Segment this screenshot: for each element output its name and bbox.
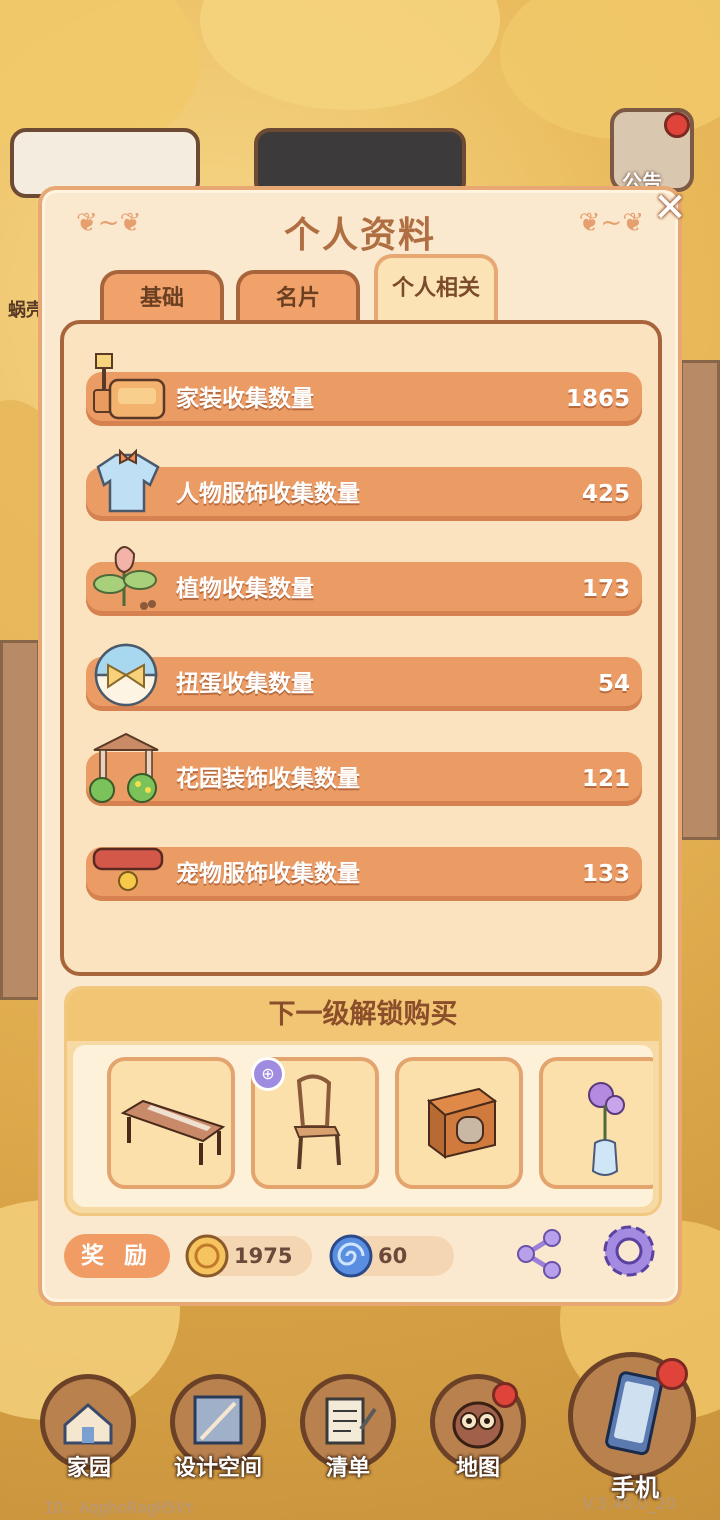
coin-counter: 1975 xyxy=(185,1234,312,1278)
tab-card[interactable]: 名片 xyxy=(236,270,360,326)
gear-icon[interactable] xyxy=(598,1220,660,1282)
unlock-title: 下一级解锁购买 xyxy=(67,989,659,1041)
nav-home-label[interactable]: 家园 xyxy=(24,1450,154,1482)
nav-map-label[interactable]: 地图 xyxy=(413,1450,543,1482)
capsule-icon xyxy=(94,643,158,707)
stat-value: 133 xyxy=(581,861,630,887)
map-red-dot xyxy=(492,1382,518,1408)
phone-red-dot xyxy=(656,1358,688,1390)
stat-label: 花园装饰收集数量 xyxy=(176,766,360,792)
ornament-right-icon: ❦~❦ xyxy=(578,208,644,238)
stat-label: 宠物服饰收集数量 xyxy=(176,861,360,887)
stat-value: 425 xyxy=(581,481,630,507)
nav-list-label[interactable]: 清单 xyxy=(283,1450,413,1482)
stat-label: 人物服饰收集数量 xyxy=(176,481,360,507)
pavilion-icon xyxy=(89,732,159,803)
table-icon xyxy=(120,1099,226,1165)
spiral-gem-icon xyxy=(329,1234,373,1278)
stat-row-clothing: 人物服饰收集数量 425 xyxy=(86,448,642,521)
nav-design-label[interactable]: 设计空间 xyxy=(153,1450,283,1482)
unlock-item[interactable]: ⊕ xyxy=(251,1057,379,1189)
player-id: ID：AqghoRagH5Vt xyxy=(44,1498,195,1517)
unlock-item[interactable] xyxy=(539,1057,653,1189)
profile-panel: ❦~❦ 个人资料 ❦~❦ ✕ 基础 名片 个人相关 家装收集数量 1865 人物… xyxy=(38,186,687,1306)
stat-label: 家装收集数量 xyxy=(176,386,314,412)
share-icon[interactable] xyxy=(512,1226,564,1282)
notice-red-dot xyxy=(664,112,690,138)
cabinet-icon xyxy=(426,1087,498,1159)
coin-value: 1975 xyxy=(234,1244,293,1268)
stat-value: 1865 xyxy=(565,386,630,412)
stat-row-capsule: 扭蛋收集数量 54 xyxy=(86,643,642,711)
sofa-lamp-icon xyxy=(93,353,166,420)
stat-row-plants: 植物收集数量 173 xyxy=(86,546,642,616)
reward-label[interactable]: 奖 励 xyxy=(64,1234,170,1278)
version-text: V.3.40.0_20 xyxy=(582,1494,676,1513)
stat-label: 植物收集数量 xyxy=(176,576,314,602)
stats-list: 家装收集数量 1865 人物服饰收集数量 425 植物收集数量 173 扭蛋收集… xyxy=(60,320,662,976)
stat-row-garden: 花园装饰收集数量 121 xyxy=(86,732,642,806)
gem-value: 60 xyxy=(378,1244,408,1268)
shirt-icon xyxy=(96,448,160,513)
unlock-item[interactable] xyxy=(395,1057,523,1189)
coin-icon xyxy=(185,1234,229,1278)
stat-value: 54 xyxy=(597,671,630,697)
stat-label: 扭蛋收集数量 xyxy=(176,671,314,697)
flower-vase-icon xyxy=(588,1082,625,1176)
tulip-sprout-icon xyxy=(93,546,157,610)
tab-personal[interactable]: 个人相关 xyxy=(374,254,498,320)
close-icon[interactable]: ✕ xyxy=(648,186,692,230)
pet-collar-icon xyxy=(92,847,164,891)
stat-value: 173 xyxy=(581,576,630,602)
unlock-section: 下一级解锁购买 ⊕ xyxy=(64,986,662,1216)
gem-counter: 60 xyxy=(329,1234,454,1278)
stat-row-furniture: 家装收集数量 1865 xyxy=(86,353,642,426)
bookmark-icon: ⊕ xyxy=(251,1057,285,1091)
unlock-item[interactable] xyxy=(107,1057,235,1189)
tab-basic[interactable]: 基础 xyxy=(100,270,224,326)
stat-row-pet: 宠物服饰收集数量 133 xyxy=(86,847,642,901)
unlock-items[interactable]: ⊕ xyxy=(73,1045,653,1207)
stat-value: 121 xyxy=(581,766,630,792)
